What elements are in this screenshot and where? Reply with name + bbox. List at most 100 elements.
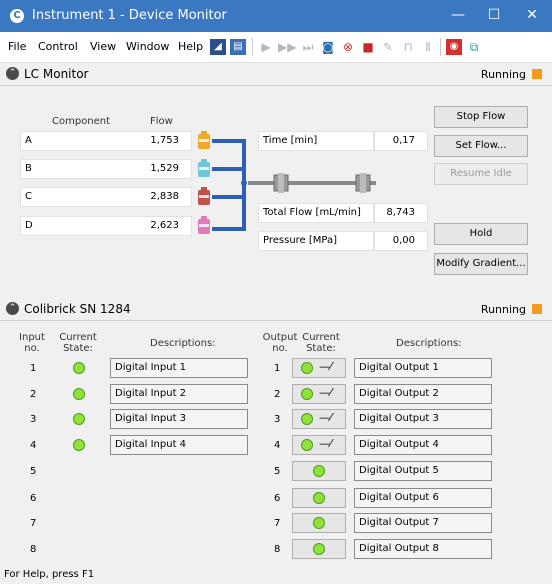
status-flag-icon [532,69,542,79]
window-title: Instrument 1 - Device Monitor [32,8,227,23]
input-state-led-icon [73,362,85,374]
output-number: 2 [274,389,281,400]
output-description[interactable]: Digital Output 1 [354,358,492,378]
input-no-header: Input no. [19,332,45,354]
input-description[interactable]: Digital Input 2 [110,384,248,404]
colibrick-header[interactable]: ⌃ Colibrick SN 1284 Running [0,298,552,321]
output-description[interactable]: Digital Output 6 [354,488,492,508]
collapse-icon[interactable]: ⌃ [6,302,19,315]
output-description[interactable]: Digital Output 8 [354,539,492,559]
solvent-bottle-c-icon [198,187,210,205]
switch-open-icon: —⁄ [319,411,332,424]
toolbar-separator [252,38,253,56]
input-state-led-icon [73,439,85,451]
set-flow-button[interactable]: Set Flow... [434,135,528,157]
output-number: 5 [274,466,281,477]
switch-open-icon: —⁄ [319,437,332,450]
output-state-led-icon [313,492,325,504]
input-state-led-icon [73,413,85,425]
switch-open-icon: —⁄ [319,360,332,373]
output-number: 6 [274,493,281,504]
input-number: 7 [30,518,37,529]
input-number: 1 [30,363,37,374]
panel-title: Colibrick SN 1284 [24,302,131,316]
output-desc-header: Descriptions: [396,338,462,349]
app-logo-icon: C [10,9,24,23]
maximize-button[interactable]: ☐ [476,4,512,26]
output-state-led-icon [301,413,313,425]
flow-header: Flow [150,116,173,127]
collapse-icon[interactable]: ⌃ [6,67,19,80]
output-toggle-button[interactable]: —⁄ [292,409,346,429]
output-description[interactable]: Digital Output 2 [354,384,492,404]
component-row-a: A 1,753 [20,131,192,151]
output-number: 7 [274,518,281,529]
output-state-led-icon [301,439,313,451]
record-icon[interactable]: ◉ [446,39,462,55]
input-description[interactable]: Digital Input 1 [110,358,248,378]
abort-icon[interactable]: ⊗ [340,39,356,55]
modify-gradient-button[interactable]: Modify Gradient... [434,253,528,275]
output-description[interactable]: Digital Output 5 [354,461,492,481]
solvent-bottle-a-icon [198,131,210,149]
output-no-header: Output no. [262,332,298,354]
lc-monitor-panel: ⌃ LC Monitor Running Component Flow A 1,… [0,63,552,295]
camera-icon[interactable]: ◙ [320,39,336,55]
menu-view[interactable]: View [90,40,116,53]
tool-icon[interactable]: ✎ [380,39,396,55]
component-header: Component [52,116,111,127]
component-row-c: C 2,838 [20,187,192,207]
output-toggle-button[interactable] [292,461,346,481]
pause-icon[interactable]: Ⅱ [420,39,436,55]
menu-file[interactable]: File [8,40,26,53]
output-toggle-button[interactable]: —⁄ [292,384,346,404]
menu-help[interactable]: Help [178,40,203,53]
stop-icon[interactable]: ■ [360,39,376,55]
minimize-button[interactable]: — [440,4,476,26]
fast-forward-icon[interactable]: ▶▶ [278,39,296,55]
input-description[interactable]: Digital Input 4 [110,435,248,455]
close-button[interactable]: ✕ [514,4,550,26]
output-state-header: Current State: [302,332,340,354]
toolbar-separator [440,38,441,56]
flow-value: 2,623 [150,220,179,231]
resume-idle-button[interactable]: Resume Idle [434,163,528,185]
table-icon[interactable]: ▤ [230,39,246,55]
play-icon[interactable]: ▶ [258,39,274,55]
menu-window[interactable]: Window [126,40,169,53]
stop-flow-button[interactable]: Stop Flow [434,106,528,128]
panel-title: LC Monitor [24,67,89,81]
input-number: 3 [30,414,37,425]
lc-monitor-header[interactable]: ⌃ LC Monitor Running [0,63,552,86]
input-number: 5 [30,466,37,477]
total-flow-value: 8,743 [374,203,428,223]
status-flag-icon [532,304,542,314]
solvent-bottle-b-icon [198,159,210,177]
step-icon[interactable]: ⏭ [300,39,316,55]
output-description[interactable]: Digital Output 4 [354,435,492,455]
component-name: B [25,163,32,174]
time-value: 0,17 [374,131,428,151]
output-toggle-button[interactable]: —⁄ [292,358,346,378]
output-state-led-icon [301,388,313,400]
flow-value: 2,838 [150,191,179,202]
network-icon[interactable]: ⧉ [466,39,482,55]
status-text: Running [480,303,526,316]
output-toggle-button[interactable] [292,513,346,533]
output-toggle-button[interactable]: —⁄ [292,435,346,455]
output-state-led-icon [313,543,325,555]
switch-open-icon: —⁄ [319,386,332,399]
output-toggle-button[interactable] [292,488,346,508]
output-description[interactable]: Digital Output 3 [354,409,492,429]
output-description[interactable]: Digital Output 7 [354,513,492,533]
output-state-led-icon [313,517,325,529]
hold-button[interactable]: Hold [434,223,528,245]
input-state-led-icon [73,388,85,400]
output-toggle-button[interactable] [292,539,346,559]
output-number: 8 [274,544,281,555]
input-description[interactable]: Digital Input 3 [110,409,248,429]
component-name: C [25,191,32,202]
chart-icon[interactable]: ◢ [210,39,226,55]
menu-control[interactable]: Control [38,40,78,53]
lock-icon[interactable]: ⊓ [400,39,416,55]
